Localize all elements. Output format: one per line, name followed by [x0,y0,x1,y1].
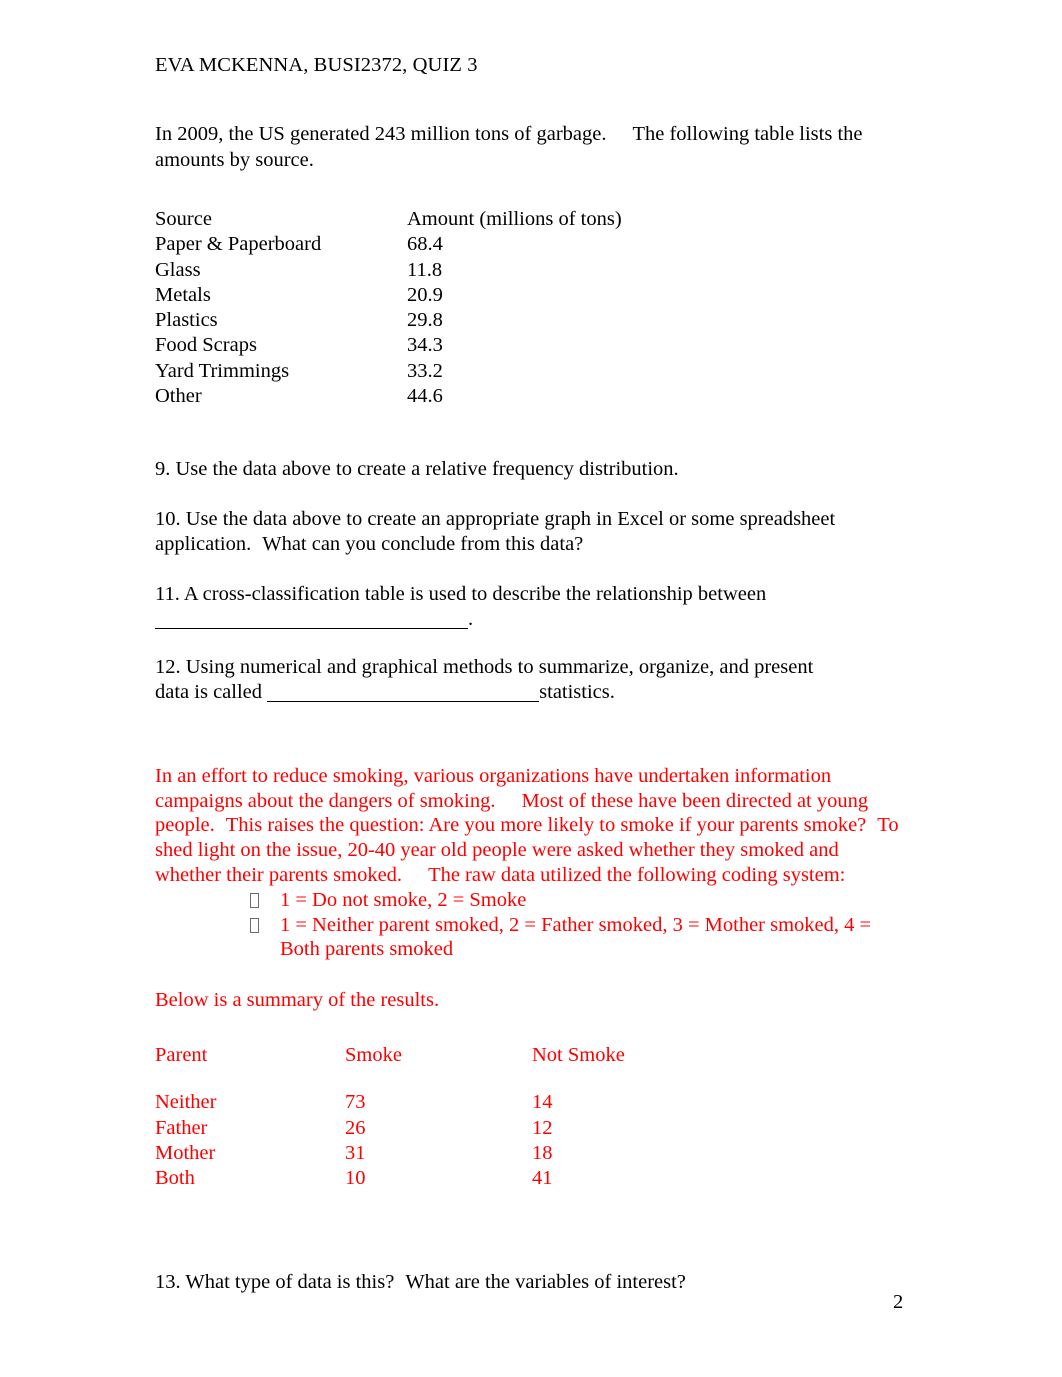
page-number: 2 [893,1291,904,1313]
question-12-suffix: statistics. [539,681,615,704]
results-summary-intro: Below is a summary of the results. [155,989,440,1012]
cell-smoke: 26 [345,1116,366,1139]
document-header: EVA MCKENNA, BUSI2372, QUIZ 3 [155,54,478,76]
cell-amount: 29.8 [407,309,443,332]
question-9: 9. Use the data above to create a relati… [155,458,679,481]
cell-not-smoke: 14 [532,1091,553,1114]
cell-source: Glass [155,258,201,281]
cell-smoke: 31 [345,1141,366,1164]
table-row: Metals 20.9 [155,283,727,308]
table-header-row: Parent Smoke Not Smoke [155,1043,732,1068]
spacer-cell [345,1068,532,1090]
question-10-line-1: 10. Use the data above to create an appr… [155,507,836,530]
cell-amount: 33.2 [407,359,443,382]
intro-sentence-1: In 2009, the US generated 243 million to… [155,123,607,145]
column-header-amount: Amount (millions of tons) [407,208,622,230]
question-10-line-2b: What can you conclude from this data? [262,533,584,556]
list-item: 1 = Neither parent smoked, 2 = Father sm… [155,913,900,963]
cell-amount: 68.4 [407,233,443,256]
smoking-text-part-3: This raises the question: Are you more l… [225,814,867,837]
question-13-part-b: What are the variables of interest? [405,1270,686,1293]
document-page: EVA MCKENNA, BUSI2372, QUIZ 3 In 2009, t… [0,0,1062,1377]
cell-smoke: 73 [345,1091,366,1114]
smoking-text-part-5: The raw data utilized the following codi… [428,864,846,887]
cell-amount: 11.8 [407,258,443,281]
spacer-cell [532,1068,732,1090]
column-header-parent: Parent [155,1044,208,1067]
document-body: EVA MCKENNA, BUSI2372, QUIZ 3 In 2009, t… [155,52,900,1295]
table-row: Mother 31 18 [155,1141,732,1166]
cell-source: Yard Trimmings [155,359,290,382]
cell-source: Food Scraps [155,334,257,357]
cell-parent: Neither [155,1091,217,1114]
table-row: Father 26 12 [155,1116,732,1141]
question-11-period: . [468,608,474,631]
cell-source: Metals [155,283,211,306]
cell-parent: Father [155,1116,208,1139]
intro-paragraph: In 2009, the US generated 243 million to… [155,122,900,173]
cell-not-smoke: 12 [532,1116,553,1139]
bullet-tofu-icon [250,888,280,913]
garbage-source-table: Source Amount (millions of tons) Paper &… [155,207,727,409]
table-row: Both 10 41 [155,1166,732,1191]
coding-bullet-label: 1 = Neither parent smoked, 2 = Father sm… [280,913,872,961]
table-row: Yard Trimmings 33.2 [155,359,727,384]
spacer-cell [155,1068,345,1090]
question-12-prefix: data is called [155,681,268,704]
table-row: Neither 73 14 [155,1090,732,1115]
table-row: Plastics 29.8 [155,308,727,333]
cell-parent: Mother [155,1141,216,1164]
cell-not-smoke: 41 [532,1167,553,1190]
cell-amount: 20.9 [407,283,443,306]
bullet-tofu-icon [250,913,280,938]
question-12: 12. Using numerical and graphical method… [155,655,900,706]
table-spacer-row [155,1068,732,1090]
table-row: Food Scraps 34.3 [155,333,727,358]
table-header-row: Source Amount (millions of tons) [155,207,727,232]
question-11: 11. A cross-classification table is used… [155,582,900,633]
cell-source: Plastics [155,309,218,332]
table-row: Other 44.6 [155,384,727,409]
cell-source: Other [155,385,202,408]
question-10-line-2a: application. [155,533,252,556]
table-row: Paper & Paperboard 68.4 [155,232,727,257]
question-11-line-1: 11. A cross-classification table is used… [155,582,767,605]
list-item: 1 = Do not smoke, 2 = Smoke [155,888,900,913]
column-header-source: Source [155,208,212,230]
question-12-line-1: 12. Using numerical and graphical method… [155,655,814,678]
answer-blank-q11[interactable] [155,628,468,630]
cell-parent: Both [155,1167,195,1190]
cell-amount: 44.6 [407,385,443,408]
coding-bullet-label: 1 = Do not smoke, 2 = Smoke [280,888,527,911]
table-row: Glass 11.8 [155,258,727,283]
column-header-smoke: Smoke [345,1044,402,1067]
cell-not-smoke: 18 [532,1141,553,1164]
column-header-not-smoke: Not Smoke [532,1044,625,1067]
cell-amount: 34.3 [407,334,443,357]
cross-classification-table: Parent Smoke Not Smoke Neither 73 14 Fat… [155,1043,732,1191]
cell-smoke: 10 [345,1167,366,1190]
question-13-part-a: 13. What type of data is this? [155,1270,395,1293]
answer-blank-q12[interactable] [267,701,540,703]
question-10: 10. Use the data above to create an appr… [155,507,900,558]
coding-system-list: 1 = Do not smoke, 2 = Smoke 1 = Neither … [155,888,900,962]
cell-source: Paper & Paperboard [155,233,322,256]
smoking-intro-paragraph: In an effort to reduce smoking, various … [155,764,900,888]
question-13: 13. What type of data is this? What are t… [155,1270,900,1296]
